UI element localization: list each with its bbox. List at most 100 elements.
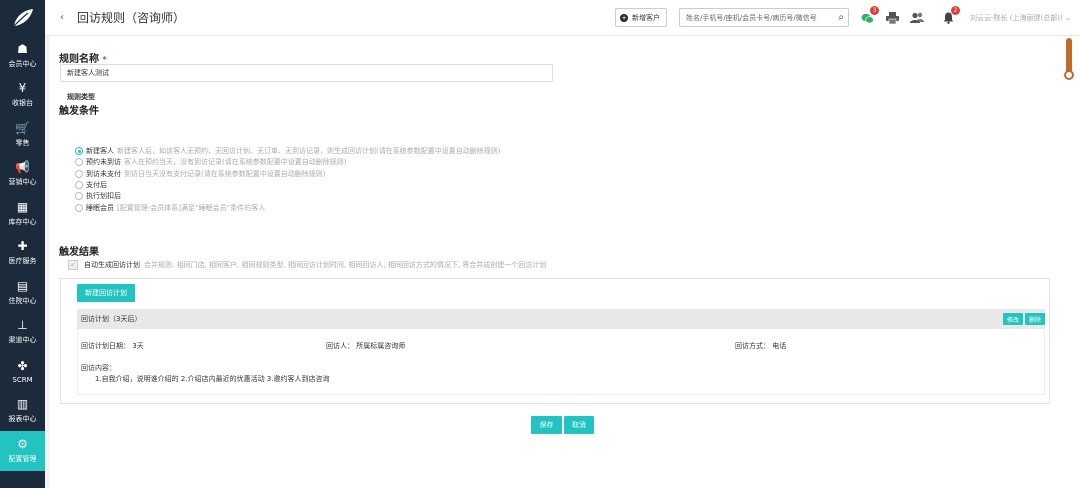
save-button[interactable]: 保存 (531, 416, 562, 434)
search-icon[interactable]: ⌕ (838, 12, 844, 23)
sidebar-item-label: 住院中心 (8, 296, 37, 305)
rule-type-option[interactable]: 预约未到访 客人在预约当天，没有到访记录(请在系统参数配置中设置自动删除规则) (75, 157, 346, 167)
sidebar-item-label: 库存中心 (8, 217, 37, 226)
radio-button[interactable] (75, 192, 83, 200)
radio-button[interactable] (75, 181, 83, 189)
rule-type-option[interactable]: 新建客人 新建客人后，如该客人无预约、无回访计划、无订单、无到访记录，则生成回访计… (75, 146, 500, 156)
rule-name-value: 新建客人测试 (67, 69, 109, 77)
radio-button[interactable] (75, 170, 83, 178)
plan-section: 新建回访计划 回访计划（3天后） 修改 删除 回访计划日期： 3天 回访人： 所… (60, 278, 1050, 404)
sidebar-item-label: 会员中心 (8, 59, 37, 68)
logo (0, 0, 45, 36)
search-input[interactable]: 姓名/手机号/座机/会员卡号/病历号/微信号 ⌕ (679, 8, 849, 27)
cluster-icon: ✤ (17, 358, 28, 373)
plan-title: 回访计划（3天后） (81, 315, 142, 323)
sidebar-item-6[interactable]: ▤ 住院中心 (0, 273, 45, 313)
delete-plan-button[interactable]: 删除 (1025, 313, 1045, 325)
plus-icon: + (620, 13, 628, 22)
plan-date: 回访计划日期： 3天 (81, 341, 144, 351)
option-desc: 新建客人后，如该客人无预约、无回访计划、无订单、无到访记录，则生成回访计划(请在… (117, 147, 501, 155)
users-button[interactable] (909, 10, 925, 26)
megaphone-icon: 📢 (15, 160, 30, 175)
leaf-logo-icon (13, 9, 33, 27)
rule-name-heading: 规则名称 * (59, 50, 107, 65)
option-label: 支付后 (86, 181, 107, 189)
medkit-icon: ✚ (17, 239, 28, 254)
radio-button[interactable] (75, 158, 83, 166)
wechat-button[interactable]: 3 (859, 6, 879, 26)
rule-name-input[interactable]: 新建客人测试 (60, 64, 553, 82)
sidebar-item-5[interactable]: ✚ 医疗服务 (0, 234, 45, 274)
plan-person: 回访人： 所属标属咨询师 (326, 341, 405, 351)
option-label: 执行划扣后 (86, 192, 121, 200)
cashier-icon: ¥ (18, 81, 27, 96)
edit-plan-button[interactable]: 修改 (1003, 313, 1024, 325)
sidebar-item-7[interactable]: ⊥ 渠道中心 (0, 313, 45, 353)
auto-plan-row: ✓ 自动生成回访计划 合并规则: 相同门店, 相同客户, 相同规则类型, 相同回… (68, 259, 546, 271)
radio-button[interactable] (75, 147, 83, 155)
back-button[interactable]: ‹ (55, 11, 69, 25)
plan-header: 回访计划（3天后） 修改 删除 (77, 309, 1045, 329)
sidebar-item-1[interactable]: ¥ 收银台 (0, 76, 45, 116)
auto-plan-label: 自动生成回访计划 (84, 261, 140, 269)
sidebar-item-label: SCRM (12, 375, 33, 384)
scrollbar[interactable] (1062, 36, 1080, 488)
rule-type-option[interactable]: 执行划扣后 (75, 191, 124, 201)
sidebar-item-0[interactable]: ☗ 会员中心 (0, 36, 45, 76)
search-placeholder: 姓名/手机号/座机/会员卡号/病历号/微信号 (686, 13, 817, 22)
plan-content-value: 1.自我介绍，说明谁介绍的 2.介绍店内最近的优惠活动 3.邀约客人到店咨询 (95, 375, 330, 383)
printer-button[interactable] (884, 10, 900, 26)
plan-method: 回访方式： 电话 (735, 341, 786, 351)
sidebar-item-2[interactable]: 🛒 零售 (0, 115, 45, 155)
page-title: 回访规则（咨询师） (77, 11, 186, 25)
plan-date-label: 回访计划日期： (81, 342, 130, 350)
rule-type-option[interactable]: 支付后 (75, 180, 110, 190)
trigger-heading: 触发条件 (59, 106, 99, 117)
option-label: 预约未到访 (86, 158, 121, 166)
sidebar: ☗ 会员中心 ¥ 收银台 🛒 零售 📢 营销中心 ▦ 库存中心 ✚ 医疗服务 ▤ 住院中心 ⊥ 渠道中心 ✤ SC… (0, 0, 45, 488)
sitemap-icon: ⊥ (17, 318, 28, 333)
option-label: 新建客人 (86, 147, 114, 155)
new-customer-button[interactable]: + 新增客户 (615, 8, 667, 27)
member-icon: ☗ (17, 41, 28, 56)
sidebar-item-9[interactable]: ▥ 报表中心 (0, 392, 45, 432)
sidebar-item-label: 报表中心 (8, 415, 37, 424)
sidebar-item-10[interactable]: ⚙ 配置管理 (0, 431, 45, 471)
cancel-button[interactable]: 取消 (564, 416, 594, 434)
rule-type-option[interactable]: 到访未支付 到访日当天没有支付记录(请在系统参数配置中设置自动删除规则) (75, 169, 325, 179)
rule-type-label: 规则类型 (67, 93, 95, 101)
plan-person-value: 所属标属咨询师 (356, 342, 406, 350)
user-menu[interactable]: 刘云云-院长 (上海丽健(总部)) ⌄ (970, 13, 1071, 23)
plan-method-label: 回访方式： (735, 342, 770, 350)
option-desc: [配置管理-会员体系]满足“睡眠会员”条件的客人 (117, 204, 266, 212)
notifications-button[interactable]: 2 (940, 6, 960, 26)
plan-method-value: 电话 (772, 342, 787, 350)
notification-badge: 2 (951, 6, 960, 15)
auto-plan-checkbox[interactable]: ✓ (68, 260, 78, 270)
plan-content-label: 回访内容： (81, 364, 116, 372)
sidebar-item-label: 收银台 (12, 99, 33, 108)
sidebar-item-label: 零售 (15, 138, 30, 147)
top-header: ‹ 回访规则（咨询师） + 新增客户 姓名/手机号/座机/会员卡号/病历号/微信… (45, 0, 1080, 36)
option-label: 睡眠会员 (86, 204, 114, 212)
user-name: 刘云云-院长 (上海丽健(总部)) (970, 14, 1063, 22)
users-icon (910, 12, 924, 23)
sidebar-item-4[interactable]: ▦ 库存中心 (0, 194, 45, 234)
grid-icon: ▦ (16, 199, 29, 214)
sidebar-item-label: 营销中心 (8, 178, 37, 187)
sidebar-item-8[interactable]: ✤ SCRM (0, 352, 45, 392)
radio-button[interactable] (75, 204, 83, 212)
option-desc: 客人在预约当天，没有到访记录(请在系统参数配置中设置自动删除规则) (124, 158, 347, 166)
new-plan-button[interactable]: 新建回访计划 (77, 284, 135, 302)
plan-person-label: 回访人： (326, 342, 354, 350)
wechat-badge: 3 (870, 6, 879, 15)
printer-icon (885, 12, 899, 24)
plan-details: 回访计划日期： 3天 回访人： 所属标属咨询师 回访方式： 电话 回访内容： 1… (77, 329, 1045, 395)
rule-type-option[interactable]: 睡眠会员 [配置管理-会员体系]满足“睡眠会员”条件的客人 (75, 203, 265, 213)
app-root: ☗ 会员中心 ¥ 收银台 🛒 零售 📢 营销中心 ▦ 库存中心 ✚ 医疗服务 ▤ 住院中心 ⊥ 渠道中心 ✤ SC… (0, 0, 1080, 488)
scroll-handle-icon[interactable] (1064, 70, 1074, 80)
plan-date-value: 3天 (132, 342, 144, 350)
sidebar-item-3[interactable]: 📢 营销中心 (0, 155, 45, 195)
option-desc: 到访日当天没有支付记录(请在系统参数配置中设置自动删除规则) (124, 170, 326, 178)
required-mark: * (102, 55, 107, 64)
